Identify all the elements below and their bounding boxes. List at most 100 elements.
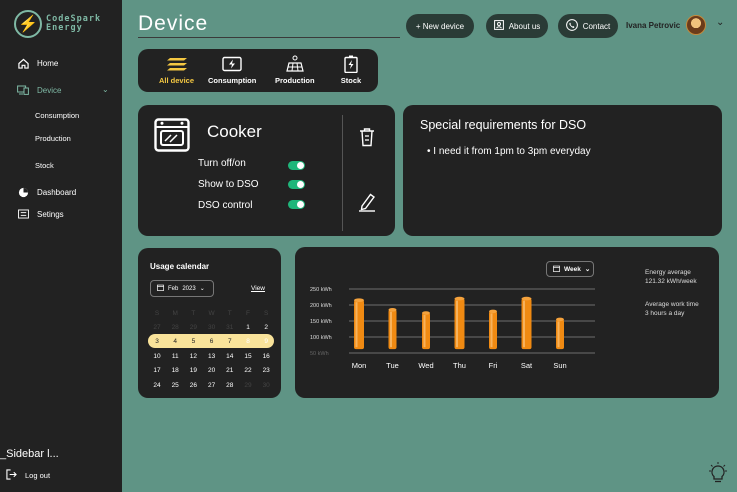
tab-all-device[interactable]: All device [159, 55, 194, 85]
oven-icon [154, 118, 190, 157]
calendar-day[interactable]: 19 [184, 364, 202, 378]
tab-consumption[interactable]: Consumption [208, 55, 256, 85]
sidebar-item-settings[interactable]: Setings [17, 208, 64, 220]
toggle-label-dso-control: DSO control [198, 200, 253, 211]
x-tick-label: Fri [489, 361, 498, 370]
devices-icon [17, 84, 29, 96]
calendar-view-link[interactable]: View [251, 285, 265, 292]
edit-pencil-icon[interactable] [358, 192, 376, 217]
new-device-button[interactable]: + New device [406, 14, 474, 38]
calendar-day[interactable]: 17 [148, 364, 166, 378]
bar [556, 319, 564, 350]
brand[interactable]: ⚡ CodeSpark Energy [14, 10, 101, 38]
chevron-down-icon[interactable]: ⌄ [716, 17, 724, 28]
calendar-day[interactable]: 21 [221, 364, 239, 378]
calendar-day[interactable]: 12 [184, 349, 202, 363]
calendar-day[interactable]: 18 [166, 364, 184, 378]
calendar-day[interactable]: 10 [148, 349, 166, 363]
x-tick-label: Thu [453, 361, 466, 370]
calendar-day[interactable]: 27 [148, 320, 166, 334]
requirement-text: I need it from 1pm to 3pm everyday [433, 146, 591, 157]
bar-cap [422, 311, 430, 315]
calendar-day[interactable]: 11 [166, 349, 184, 363]
calendar-day[interactable]: 20 [203, 364, 221, 378]
calendar-day[interactable]: 25 [166, 378, 184, 392]
calendar-day[interactable]: 15 [239, 349, 257, 363]
calendar-day[interactable]: 5 [184, 335, 202, 349]
contact-button[interactable]: Contact [558, 14, 618, 38]
calendar-day[interactable]: 8 [239, 335, 257, 349]
sidebar-subitem-stock[interactable]: Stock [35, 161, 54, 170]
toggle-label-power: Turn off/on [198, 158, 246, 169]
tab-label: All device [159, 76, 195, 85]
calendar-day[interactable]: 26 [184, 378, 202, 392]
bar-highlight [456, 300, 458, 348]
sidebar-item-dashboard[interactable]: Dashboard [17, 186, 76, 198]
requirements-title: Special requirements for DSO [420, 118, 587, 132]
calendar-day[interactable]: 9 [257, 335, 275, 349]
calendar-day[interactable]: 29 [184, 320, 202, 334]
calendar-day[interactable]: 2 [257, 320, 275, 334]
calendar-day[interactable]: 7 [221, 335, 239, 349]
calendar-day[interactable]: 1 [239, 320, 257, 334]
dso-control-toggle[interactable] [288, 200, 305, 209]
tab-stock[interactable]: Stock [340, 55, 362, 85]
calendar-day[interactable]: 6 [203, 335, 221, 349]
trash-icon[interactable] [359, 127, 375, 152]
calendar-title: Usage calendar [150, 262, 210, 271]
dso-requirements-card: Special requirements for DSO • I need it… [403, 105, 722, 236]
calendar-day[interactable]: 13 [203, 349, 221, 363]
calendar-day[interactable]: 30 [203, 320, 221, 334]
calendar-day[interactable]: 4 [166, 335, 184, 349]
power-toggle[interactable] [288, 161, 305, 170]
chevron-down-icon[interactable]: ⌄ [102, 85, 109, 94]
calendar-day[interactable]: 22 [239, 364, 257, 378]
device-tabs: All device Consumption Production Stock [138, 49, 378, 92]
bar [489, 311, 497, 350]
title-underline [138, 37, 400, 38]
y-tick-label: 100 kWh [310, 335, 332, 341]
calendar-day[interactable]: 3 [148, 335, 166, 349]
weekday-header: S [264, 309, 269, 317]
divider [342, 115, 343, 231]
calendar-day[interactable]: 28 [221, 378, 239, 392]
bar-highlight [557, 321, 560, 348]
weekday-header: T [227, 309, 232, 317]
bar [388, 309, 397, 350]
calendar-day[interactable]: 29 [239, 378, 257, 392]
logout-button[interactable]: Log out [6, 469, 50, 482]
bar-cap [521, 296, 532, 301]
calendar-day[interactable]: 31 [221, 320, 239, 334]
sidebar-subitem-consumption[interactable]: Consumption [35, 111, 79, 120]
brand-name: CodeSpark Energy [46, 15, 101, 33]
sidebar-item-device[interactable]: Device [17, 84, 61, 96]
tab-label: Consumption [208, 76, 257, 85]
month-selector[interactable]: Feb 2023 ⌄ [150, 280, 214, 297]
user-name: Ivana Petrovic [626, 20, 681, 30]
calendar-day[interactable]: 23 [257, 364, 275, 378]
toggle-label-show-dso: Show to DSO [198, 179, 259, 190]
calendar-day[interactable]: 30 [257, 378, 275, 392]
calendar-day[interactable]: 14 [221, 349, 239, 363]
sidebar-item-home[interactable]: Home [17, 57, 58, 69]
calendar-day[interactable]: 16 [257, 349, 275, 363]
calendar-day[interactable]: 28 [166, 320, 184, 334]
tab-production[interactable]: Production [275, 55, 315, 85]
user-menu[interactable]: Ivana Petrovic [626, 15, 707, 35]
battery-charge-icon [221, 55, 243, 73]
avatar [686, 15, 707, 35]
sidebar-subitem-production[interactable]: Production [35, 134, 71, 143]
sidebar-item-label: Home [37, 58, 59, 68]
energy-average-stat: Energy average 121.32 kWh/week [645, 268, 697, 286]
about-us-button[interactable]: About us [486, 14, 548, 38]
month-label: Feb [168, 285, 179, 292]
lightbulb-icon[interactable] [707, 462, 729, 491]
show-to-dso-toggle[interactable] [288, 180, 305, 189]
calendar-day[interactable]: 27 [203, 378, 221, 392]
x-tick-label: Mon [352, 361, 367, 370]
bar-highlight [390, 311, 392, 348]
x-tick-label: Wed [418, 361, 433, 370]
calendar-day[interactable]: 24 [148, 378, 166, 392]
bar-highlight [355, 302, 358, 348]
usage-calendar-card: Usage calendar Feb 2023 ⌄ View S M T W T F S 27… [138, 248, 281, 398]
